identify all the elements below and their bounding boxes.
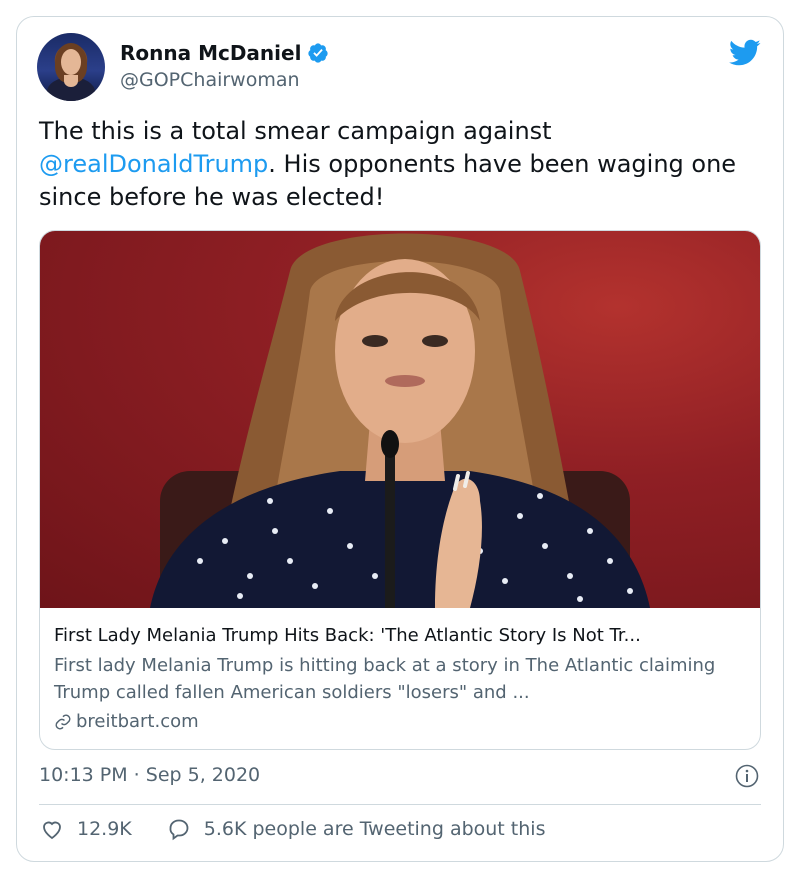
divider <box>39 804 761 805</box>
author-name[interactable]: Ronna McDaniel <box>120 41 301 65</box>
mention-link[interactable]: @realDonaldTrump <box>39 150 268 178</box>
tweet-text-before: The this is a total smear campaign again… <box>39 117 552 145</box>
avatar[interactable] <box>37 33 105 101</box>
article-description: First lady Melania Trump is hitting back… <box>54 655 716 703</box>
article-title[interactable]: First Lady Melania Trump Hits Back: 'The… <box>54 623 754 648</box>
tweet-timestamp[interactable]: 10:13 PM · Sep 5, 2020 <box>39 764 260 786</box>
link-card-text[interactable]: First Lady Melania Trump Hits Back: 'The… <box>54 623 754 735</box>
verified-badge-icon <box>308 43 329 63</box>
heart-icon[interactable] <box>39 817 65 841</box>
twitter-bird-icon[interactable] <box>729 39 761 67</box>
reply-bubble-icon[interactable] <box>166 817 192 841</box>
link-icon <box>55 714 71 729</box>
link-preview-card[interactable]: First Lady Melania Trump Hits Back: 'The… <box>39 230 761 750</box>
reply-action[interactable]: 5.6K people are Tweeting about this <box>166 817 546 841</box>
author-handle[interactable]: @GOPChairwoman <box>120 69 300 91</box>
tweet-card: Ronna McDaniel @GOPChairwoman The this i… <box>16 16 784 862</box>
tweeting-about-text[interactable]: 5.6K people are Tweeting about this <box>204 818 546 840</box>
like-action[interactable]: 12.9K <box>39 817 132 841</box>
tweet-text: The this is a total smear campaign again… <box>39 115 769 214</box>
tweet-actions: 12.9K 5.6K people are Tweeting about thi… <box>39 817 545 841</box>
like-count[interactable]: 12.9K <box>77 818 132 840</box>
article-domain[interactable]: breitbart.com <box>76 708 199 735</box>
info-icon[interactable] <box>735 764 759 788</box>
article-domain-row[interactable]: breitbart.com <box>54 708 754 735</box>
author-name-row[interactable]: Ronna McDaniel <box>120 41 329 65</box>
article-photo[interactable] <box>40 231 760 608</box>
